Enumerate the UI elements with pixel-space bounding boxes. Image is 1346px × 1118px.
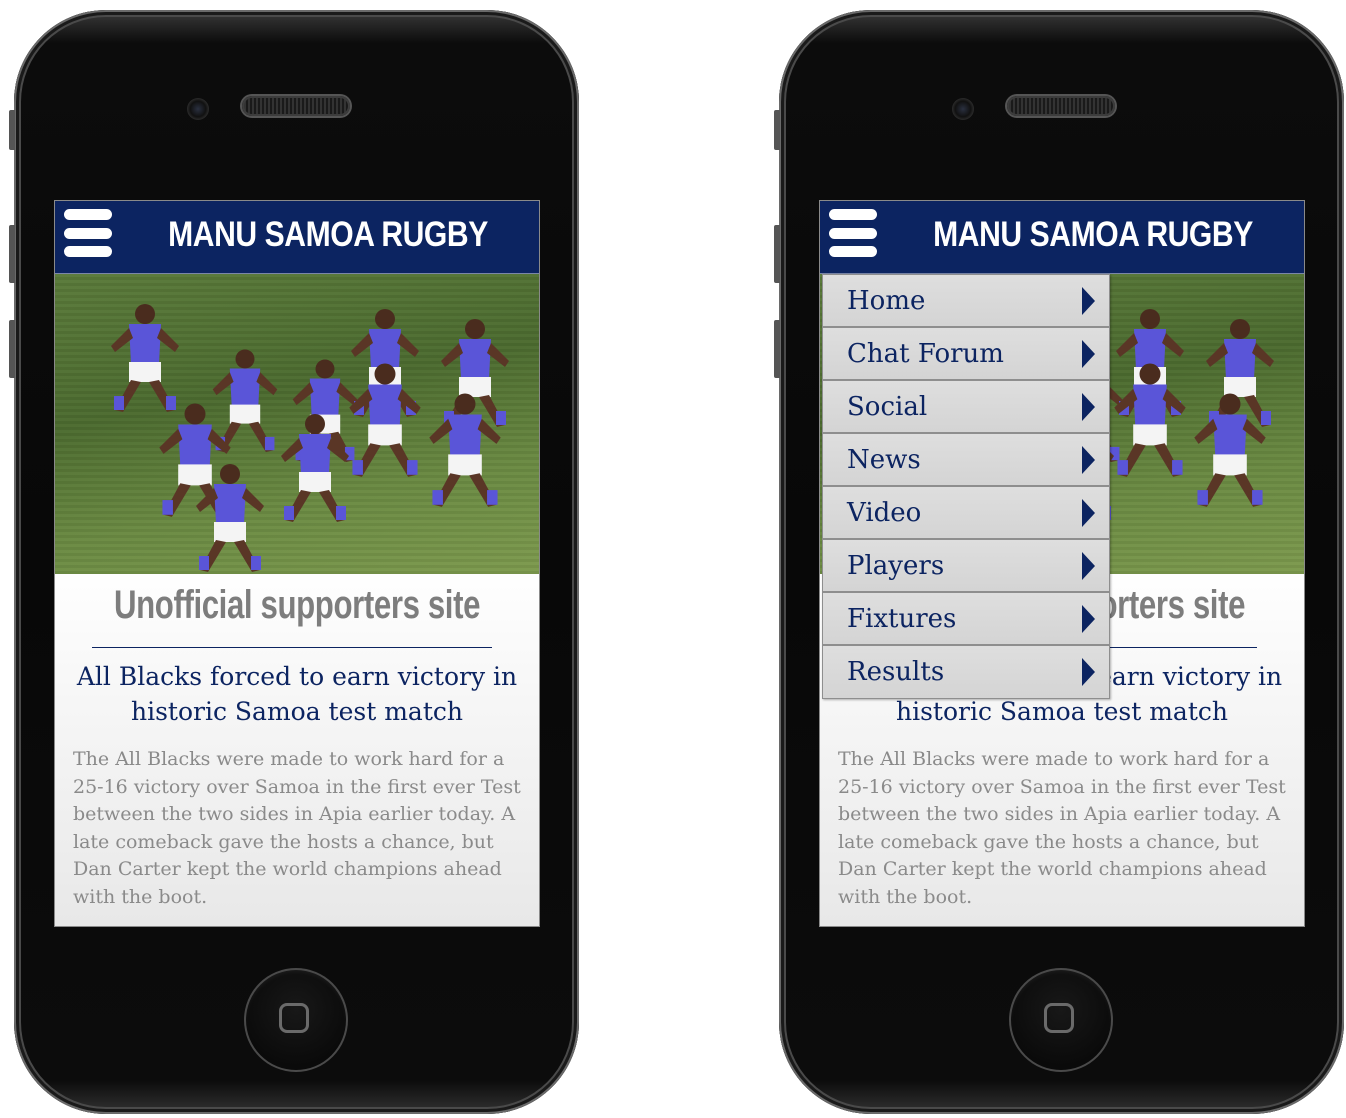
caret-right-icon <box>1082 605 1095 633</box>
mute-switch <box>774 110 780 150</box>
menu-item-fixtures[interactable]: Fixtures <box>823 593 1109 646</box>
hero-image <box>55 274 539 574</box>
hamburger-icon[interactable] <box>64 209 112 257</box>
menu-item-label: Video <box>847 498 922 528</box>
volume-down-button <box>774 320 780 378</box>
caret-right-icon <box>1082 393 1095 421</box>
menu-item-label: Chat Forum <box>847 339 1004 369</box>
site-tagline: Unofficial supporters site <box>113 583 481 627</box>
nav-menu: Home Chat Forum Social News Video Player… <box>822 274 1110 699</box>
phone-default-view: MANU SAMOA RUGBY Unofficial supporters s… <box>9 10 579 1114</box>
article-body: The All Blacks were made to work hard fo… <box>838 748 1286 908</box>
front-camera <box>952 98 974 120</box>
menu-item-label: Home <box>847 286 926 316</box>
menu-item-home[interactable]: Home <box>823 275 1109 328</box>
hamburger-icon[interactable] <box>829 209 877 257</box>
menu-item-social[interactable]: Social <box>823 381 1109 434</box>
menu-item-results[interactable]: Results <box>823 646 1109 698</box>
menu-item-video[interactable]: Video <box>823 487 1109 540</box>
home-square-icon <box>1044 1003 1074 1033</box>
screen: MANU SAMOA RUGBY Unofficial supporters s… <box>54 200 540 927</box>
article-headline[interactable]: All Blacks forced to earn victory in his… <box>65 659 529 729</box>
menu-item-players[interactable]: Players <box>823 540 1109 593</box>
menu-item-label: Players <box>847 551 945 581</box>
site-header: MANU SAMOA RUGBY <box>55 201 539 274</box>
home-square-icon <box>279 1003 309 1033</box>
divider <box>92 647 492 648</box>
volume-up-button <box>9 225 15 283</box>
menu-item-label: Social <box>847 392 928 422</box>
caret-right-icon <box>1082 340 1095 368</box>
site-title: MANU SAMOA RUGBY <box>933 215 1253 254</box>
menu-item-news[interactable]: News <box>823 434 1109 487</box>
front-camera <box>187 98 209 120</box>
caret-right-icon <box>1082 552 1095 580</box>
earpiece-speaker <box>242 96 350 116</box>
menu-item-chat-forum[interactable]: Chat Forum <box>823 328 1109 381</box>
menu-item-label: News <box>847 445 921 475</box>
volume-up-button <box>774 225 780 283</box>
caret-right-icon <box>1082 287 1095 315</box>
menu-item-label: Fixtures <box>847 604 957 634</box>
caret-right-icon <box>1082 658 1095 686</box>
article-body: The All Blacks were made to work hard fo… <box>73 748 521 908</box>
mute-switch <box>9 110 15 150</box>
screen: MANU SAMOA RUGBY Unofficial supporters s… <box>819 200 1305 927</box>
earpiece-speaker <box>1007 96 1115 116</box>
home-button <box>244 968 348 1072</box>
caret-right-icon <box>1082 446 1095 474</box>
rugby-team-photo <box>111 304 509 572</box>
caret-right-icon <box>1082 499 1095 527</box>
home-button <box>1009 968 1113 1072</box>
site-title: MANU SAMOA RUGBY <box>168 215 488 254</box>
volume-down-button <box>9 320 15 378</box>
site-header: MANU SAMOA RUGBY <box>820 201 1304 274</box>
menu-item-label: Results <box>847 657 945 687</box>
phone-menu-open-view: MANU SAMOA RUGBY Unofficial supporters s… <box>774 10 1344 1114</box>
